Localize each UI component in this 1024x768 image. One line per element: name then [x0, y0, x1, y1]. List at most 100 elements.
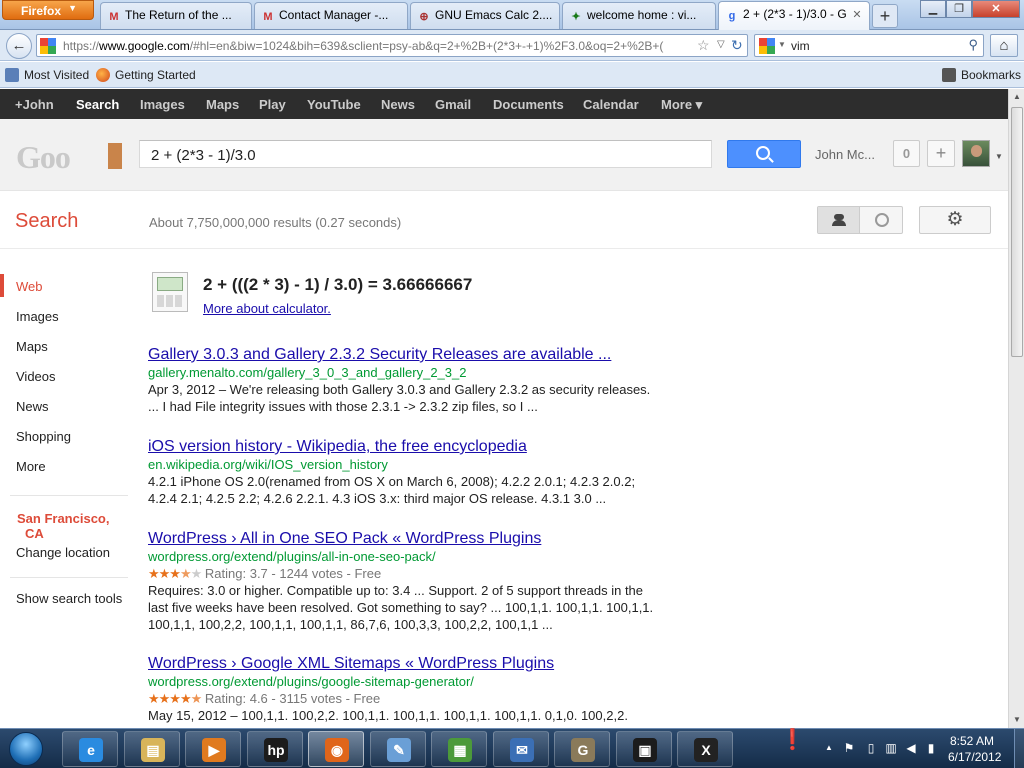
- bookmark-getting-started[interactable]: Getting Started: [96, 68, 196, 82]
- tab-label: The Return of the ...: [125, 8, 232, 22]
- more-about-calculator-link[interactable]: More about calculator.: [203, 301, 331, 316]
- bookmark-star-icon[interactable]: ☆: [697, 37, 710, 54]
- chevron-down-icon: ▼: [68, 3, 77, 13]
- nav-maps[interactable]: Maps: [16, 339, 48, 354]
- scroll-thumb[interactable]: [1011, 107, 1023, 357]
- browser-search-bar[interactable]: ▼ vim ⚲: [754, 34, 984, 57]
- gnu-icon: ⊕: [419, 11, 429, 23]
- taskbar-app-internet-explorer[interactable]: e: [62, 731, 118, 767]
- home-button[interactable]: ⌂: [990, 34, 1018, 57]
- doodle-figure: [108, 143, 122, 169]
- show-search-tools-link[interactable]: Show search tools: [16, 591, 122, 606]
- google-bar: +John Search Images Maps Play YouTube Ne…: [0, 89, 1008, 119]
- nav-web[interactable]: Web: [16, 279, 43, 294]
- gbar-images[interactable]: Images: [140, 97, 185, 112]
- scroll-up-icon[interactable]: ▲: [1009, 89, 1024, 105]
- search-input[interactable]: 2 + (2*3 - 1)/3.0: [139, 140, 712, 168]
- minimize-button[interactable]: ▁: [920, 0, 946, 18]
- taskbar-app-media-player[interactable]: ▶: [185, 731, 241, 767]
- device-icon[interactable]: ▯: [864, 741, 878, 755]
- settings-button[interactable]: ⚙: [919, 206, 991, 234]
- result-title-link[interactable]: WordPress › All in One SEO Pack « WordPr…: [148, 529, 668, 548]
- reload-icon[interactable]: ↻: [731, 37, 743, 54]
- tab-google-search[interactable]: g 2 + (2*3 - 1)/3.0 - G... ✕: [718, 1, 870, 30]
- flag-icon[interactable]: ⚑: [842, 741, 856, 755]
- gbar-calendar[interactable]: Calendar: [583, 97, 639, 112]
- nav-more[interactable]: More: [16, 459, 46, 474]
- gbar-news[interactable]: News: [381, 97, 415, 112]
- url-domain: www.google.com: [99, 39, 190, 53]
- bookmark-most-visited[interactable]: Most Visited: [5, 68, 89, 82]
- back-button[interactable]: ←: [6, 33, 32, 59]
- power-icon[interactable]: ▮: [924, 741, 938, 755]
- taskbar-app-x-window[interactable]: X: [677, 731, 733, 767]
- firefox-icon: [96, 68, 110, 82]
- gbar-maps[interactable]: Maps: [206, 97, 239, 112]
- network-icon[interactable]: ▥: [884, 741, 898, 755]
- vertical-scrollbar[interactable]: ▲ ▼: [1008, 89, 1024, 728]
- firefox-menu-button[interactable]: Firefox ▼: [2, 0, 94, 20]
- tab-contact-manager[interactable]: M Contact Manager -...: [254, 2, 408, 29]
- result-title-link[interactable]: WordPress › Google XML Sitemaps « WordPr…: [148, 654, 668, 673]
- close-icon[interactable]: ✕: [850, 8, 864, 22]
- gbar-youtube[interactable]: YouTube: [307, 97, 361, 112]
- search-icon[interactable]: ⚲: [968, 37, 978, 53]
- tab-label: welcome home : vi...: [587, 8, 697, 22]
- change-location-link[interactable]: Change location: [16, 545, 110, 560]
- result-title-link[interactable]: iOS version history - Wikipedia, the fre…: [148, 437, 668, 456]
- nav-news[interactable]: News: [16, 399, 49, 414]
- nav-images[interactable]: Images: [16, 309, 59, 324]
- start-button[interactable]: [2, 730, 52, 768]
- nav-shopping[interactable]: Shopping: [16, 429, 71, 444]
- clock-date[interactable]: 6/17/2012: [948, 750, 1001, 764]
- chevron-down-icon[interactable]: ▼: [778, 40, 786, 49]
- alert-icon[interactable]: ❗: [780, 730, 805, 757]
- gbar-plus-john[interactable]: +John: [15, 97, 54, 112]
- gbar-more[interactable]: More ▾: [661, 97, 702, 113]
- google-icon: [759, 38, 775, 54]
- result-title-link[interactable]: Gallery 3.0.3 and Gallery 2.3.2 Security…: [148, 345, 668, 364]
- search-query-text: 2 + (2*3 - 1)/3.0: [151, 147, 256, 164]
- bookmarks-toolbar: Most Visited Getting Started Bookmarks: [0, 62, 1024, 88]
- taskbar-app-file-explorer[interactable]: ▤: [124, 731, 180, 767]
- chevron-down-icon[interactable]: ▽: [717, 39, 725, 50]
- taskbar-app-gimp[interactable]: G: [554, 731, 610, 767]
- hide-personal-results-button[interactable]: [861, 207, 903, 233]
- tab-emacs-calc[interactable]: ⊕ GNU Emacs Calc 2....: [410, 2, 560, 29]
- taskbar-app-hp-app[interactable]: hp: [247, 731, 303, 767]
- taskbar-app-terminal[interactable]: ▣: [616, 731, 672, 767]
- new-tab-button[interactable]: +: [872, 4, 898, 28]
- personal-results-button[interactable]: [818, 207, 860, 233]
- url-bar[interactable]: https://www.google.com/#hl=en&biw=1024&b…: [36, 34, 748, 57]
- show-desktop-button[interactable]: [1014, 729, 1024, 768]
- gbar-play[interactable]: Play: [259, 97, 286, 112]
- taskbar-app-thunderbird[interactable]: ✉: [493, 731, 549, 767]
- tab-vim-home[interactable]: ✦ welcome home : vi...: [562, 2, 716, 29]
- chevron-down-icon[interactable]: ▼: [995, 152, 1003, 161]
- notification-count[interactable]: 0: [893, 140, 920, 167]
- avatar[interactable]: [962, 140, 990, 167]
- clock-time[interactable]: 8:52 AM: [950, 734, 994, 748]
- gbar-documents[interactable]: Documents: [493, 97, 564, 112]
- gbar-search[interactable]: Search: [76, 97, 119, 112]
- gbar-gmail[interactable]: Gmail: [435, 97, 471, 112]
- taskbar-app-notepad[interactable]: ✎: [370, 731, 426, 767]
- taskbar-app-chart-app[interactable]: ▦: [431, 731, 487, 767]
- volume-icon[interactable]: ◀: [904, 741, 918, 755]
- google-logo[interactable]: Goo: [16, 139, 126, 175]
- window-close-button[interactable]: ✕: [972, 0, 1020, 18]
- browser-search-input[interactable]: vim: [791, 39, 810, 53]
- nav-videos[interactable]: Videos: [16, 369, 56, 384]
- tab-gmail-return[interactable]: M The Return of the ...: [100, 2, 252, 29]
- user-name[interactable]: John Mc...: [815, 147, 875, 162]
- search-button[interactable]: [727, 140, 801, 168]
- maximize-button[interactable]: ❐: [946, 0, 972, 18]
- scroll-down-icon[interactable]: ▼: [1009, 712, 1024, 728]
- url-text[interactable]: https://www.google.com/#hl=en&biw=1024&b…: [63, 39, 693, 53]
- share-button[interactable]: +: [927, 140, 955, 167]
- taskbar-app-firefox[interactable]: ◉: [308, 731, 364, 767]
- search-result: WordPress › All in One SEO Pack « WordPr…: [148, 529, 668, 633]
- thunderbird-icon: ✉: [510, 738, 534, 762]
- chevron-up-icon[interactable]: ▲: [822, 741, 836, 755]
- bookmarks-menu[interactable]: Bookmarks: [942, 68, 1021, 82]
